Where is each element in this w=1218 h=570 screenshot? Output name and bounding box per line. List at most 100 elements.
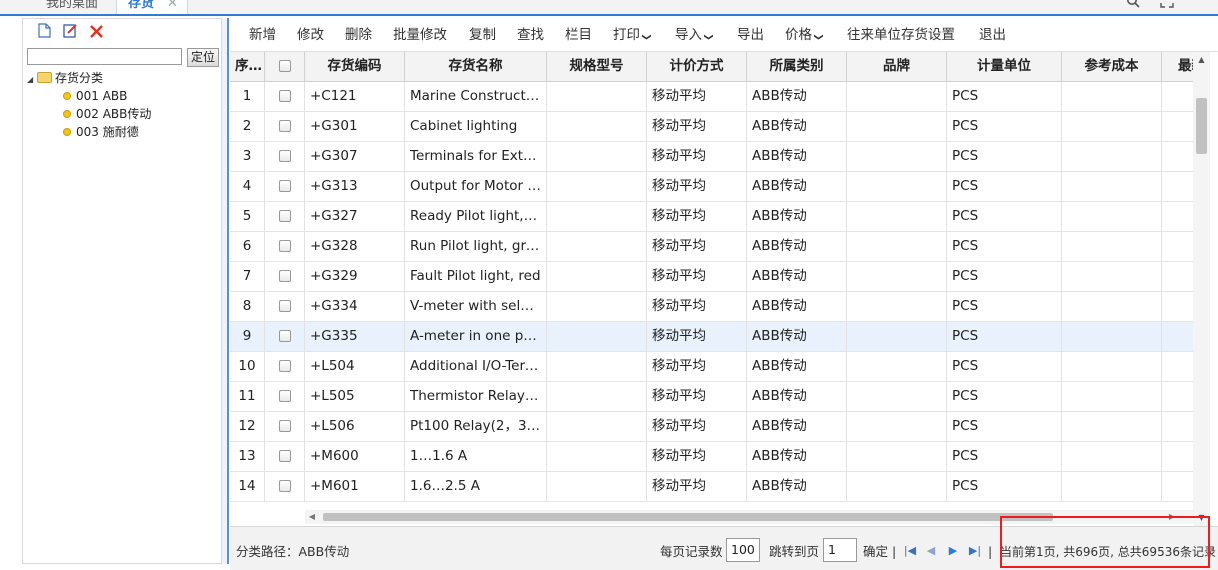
- table-row[interactable]: 4 +G313 Output for Motor He… 移动平均 ABB传动 PCS: [230, 172, 1193, 202]
- new-file-icon[interactable]: [33, 23, 55, 42]
- partner-settings-button[interactable]: 往来单位存货设置: [847, 26, 955, 44]
- table-row[interactable]: 6 +G328 Run Pilot light, green 移动平均 ABB传动 PCS: [230, 232, 1193, 262]
- header-name[interactable]: 存货名称: [405, 52, 547, 82]
- row-checkbox[interactable]: [278, 360, 291, 372]
- tab-desktop[interactable]: 我的桌面: [46, 0, 110, 14]
- new-button[interactable]: 新增: [249, 26, 276, 44]
- row-checkbox[interactable]: [278, 300, 291, 312]
- vertical-scrollbar[interactable]: ▲ ▼: [1193, 52, 1210, 526]
- row-checkbox-cell[interactable]: [265, 442, 305, 472]
- price-menu[interactable]: 价格❯: [785, 26, 823, 44]
- cell-pricing: 移动平均: [647, 112, 747, 142]
- row-checkbox[interactable]: [278, 480, 291, 492]
- tree-item-schneider[interactable]: 003 施耐德: [27, 123, 217, 141]
- row-checkbox-cell[interactable]: [265, 412, 305, 442]
- locate-input[interactable]: [27, 48, 182, 65]
- next-page-icon[interactable]: ▶: [946, 543, 960, 559]
- row-checkbox[interactable]: [278, 150, 291, 162]
- header-brand[interactable]: 品牌: [847, 52, 947, 82]
- table-row[interactable]: 2 +G301 Cabinet lighting 移动平均 ABB传动 PCS: [230, 112, 1193, 142]
- header-category[interactable]: 所属类别: [747, 52, 847, 82]
- cell-spec: [547, 292, 647, 322]
- status-bar: 分类路径：ABB传动 每页记录数 100 跳转到页 1 确定 | |◀ ◀ ▶ …: [230, 516, 1218, 570]
- row-checkbox[interactable]: [278, 210, 291, 222]
- last-page-icon[interactable]: ▶|: [968, 543, 982, 559]
- header-ref-cost[interactable]: 参考成本: [1062, 52, 1162, 82]
- prev-page-icon[interactable]: ◀: [924, 543, 938, 559]
- row-checkbox[interactable]: [278, 420, 291, 432]
- cell-ref-cost: [1062, 292, 1162, 322]
- cell-pricing: 移动平均: [647, 292, 747, 322]
- table-row[interactable]: 9 +G335 A-meter in one phase 移动平均 ABB传动 PCS: [230, 322, 1193, 352]
- row-checkbox-cell[interactable]: [265, 352, 305, 382]
- close-icon[interactable]: ✕: [167, 0, 178, 14]
- scroll-left-icon[interactable]: ◀: [305, 510, 319, 524]
- per-page-input[interactable]: 100: [726, 538, 760, 562]
- search-icon[interactable]: [1120, 0, 1146, 14]
- row-checkbox-cell[interactable]: [265, 292, 305, 322]
- print-menu[interactable]: 打印❯: [613, 26, 651, 44]
- import-menu[interactable]: 导入❯: [675, 26, 713, 44]
- horizontal-scroll-thumb[interactable]: [323, 513, 1053, 521]
- table-row[interactable]: 14 +M601 1.6…2.5 A 移动平均 ABB传动 PCS: [230, 472, 1193, 502]
- header-spec[interactable]: 规格型号: [547, 52, 647, 82]
- first-page-icon[interactable]: |◀: [903, 543, 917, 559]
- header-latest[interactable]: 最新: [1162, 52, 1193, 82]
- jump-page-input[interactable]: 1: [823, 538, 857, 562]
- header-code[interactable]: 存货编码: [305, 52, 405, 82]
- header-no[interactable]: 序号: [230, 52, 265, 82]
- table-row[interactable]: 1 +C121 Marine Construction 移动平均 ABB传动 PCS: [230, 82, 1193, 112]
- find-button[interactable]: 查找: [517, 26, 544, 44]
- row-checkbox-cell[interactable]: [265, 232, 305, 262]
- modify-button[interactable]: 修改: [297, 26, 324, 44]
- row-checkbox-cell[interactable]: [265, 382, 305, 412]
- tree-root[interactable]: ◢ 存货分类: [27, 69, 217, 87]
- table-row[interactable]: 13 +M600 1…1.6 A 移动平均 ABB传动 PCS: [230, 442, 1193, 472]
- header-pricing[interactable]: 计价方式: [647, 52, 747, 82]
- row-checkbox[interactable]: [278, 180, 291, 192]
- row-checkbox-cell[interactable]: [265, 172, 305, 202]
- table-row[interactable]: 10 +L504 Additional I/O-Term… 移动平均 ABB传动 PCS: [230, 352, 1193, 382]
- columns-button[interactable]: 栏目: [565, 26, 592, 44]
- tab-inventory[interactable]: 存货 ✕: [116, 0, 188, 14]
- row-checkbox[interactable]: [278, 270, 291, 282]
- row-checkbox-cell[interactable]: [265, 262, 305, 292]
- table-row[interactable]: 7 +G329 Fault Pilot light, red 移动平均 ABB传动 PCS: [230, 262, 1193, 292]
- row-checkbox[interactable]: [278, 330, 291, 342]
- table-row[interactable]: 11 +L505 Thermistor Relay(1 … 移动平均 ABB传动 PCS: [230, 382, 1193, 412]
- row-checkbox-cell[interactable]: [265, 202, 305, 232]
- delete-icon[interactable]: [85, 24, 107, 42]
- confirm-button[interactable]: 确定: [863, 544, 888, 560]
- table-row[interactable]: 3 +G307 Terminals for Exter… 移动平均 ABB传动 PCS: [230, 142, 1193, 172]
- table-row[interactable]: 5 +G327 Ready Pilot light, w… 移动平均 ABB传动 PCS: [230, 202, 1193, 232]
- vertical-scroll-thumb[interactable]: [1196, 98, 1207, 154]
- scroll-up-icon[interactable]: ▲: [1193, 52, 1210, 68]
- table-row[interactable]: 8 +G334 V-meter with select… 移动平均 ABB传动 PCS: [230, 292, 1193, 322]
- row-checkbox-cell[interactable]: [265, 112, 305, 142]
- edit-icon[interactable]: [59, 23, 81, 42]
- batch-modify-button[interactable]: 批量修改: [393, 26, 447, 44]
- row-checkbox[interactable]: [278, 120, 291, 132]
- exit-button[interactable]: 退出: [979, 26, 1006, 44]
- row-checkbox[interactable]: [278, 450, 291, 462]
- row-checkbox[interactable]: [278, 390, 291, 402]
- row-checkbox[interactable]: [278, 240, 291, 252]
- export-button[interactable]: 导出: [737, 26, 764, 44]
- maximize-icon[interactable]: [1154, 0, 1180, 14]
- header-unit[interactable]: 计量单位: [947, 52, 1062, 82]
- row-checkbox[interactable]: [278, 90, 291, 102]
- row-checkbox-cell[interactable]: [265, 82, 305, 112]
- select-all-checkbox[interactable]: [278, 60, 291, 72]
- row-checkbox-cell[interactable]: [265, 322, 305, 352]
- tree-item-abb[interactable]: 001 ABB: [27, 87, 217, 105]
- panel-splitter[interactable]: [222, 18, 229, 564]
- row-checkbox-cell[interactable]: [265, 142, 305, 172]
- delete-button[interactable]: 删除: [345, 26, 372, 44]
- cell-pricing: 移动平均: [647, 82, 747, 112]
- copy-button[interactable]: 复制: [469, 26, 496, 44]
- tree-item-abb-drive[interactable]: 002 ABB传动: [27, 105, 217, 123]
- locate-button[interactable]: 定位: [187, 48, 219, 67]
- header-select-all[interactable]: [265, 52, 305, 82]
- table-row[interactable]: 12 +L506 Pt100 Relay(2，3, … 移动平均 ABB传动 PCS: [230, 412, 1193, 442]
- row-checkbox-cell[interactable]: [265, 472, 305, 502]
